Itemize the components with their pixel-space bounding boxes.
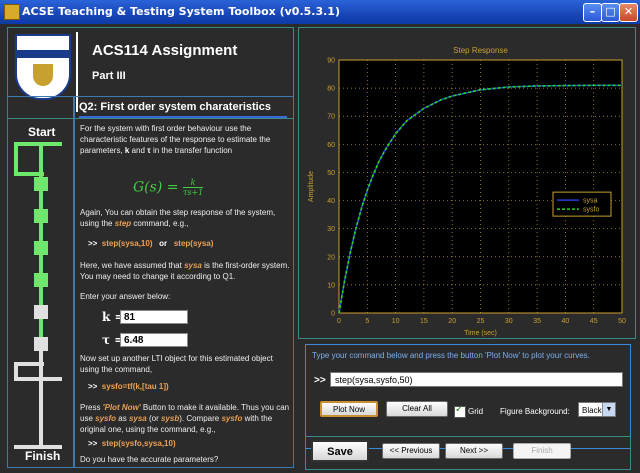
page-subtitle: Part III bbox=[92, 70, 126, 82]
question-panel: Q2: First order system charateristics Fo… bbox=[74, 96, 294, 468]
step-instructions: Again, You can obtain the step response … bbox=[80, 208, 276, 228]
y-tick-label: 80 bbox=[327, 86, 335, 93]
grid-checkbox[interactable] bbox=[454, 404, 466, 418]
x-tick-label: 15 bbox=[420, 318, 428, 325]
progress-step-6[interactable] bbox=[34, 337, 48, 351]
window-titlebar: ACSE Teaching & Testing System Toolbox (… bbox=[0, 0, 640, 24]
step-response-chart[interactable]: 0 5 10 15 20 25 30 35 40 45 50 0 10 20 30 40 50 60 70 80 90 S… bbox=[299, 28, 635, 338]
progress-step-2[interactable] bbox=[34, 209, 48, 223]
step-command-example: >> step(sysa,10) or step(sysa) bbox=[88, 239, 214, 248]
x-tick-label: 25 bbox=[477, 318, 485, 325]
previous-button[interactable]: << Previous bbox=[382, 443, 440, 459]
answer-prompt: Enter your answer below: bbox=[80, 292, 171, 301]
command-hint: Type your command below and press the bu… bbox=[312, 351, 590, 360]
k-input[interactable]: 81 bbox=[120, 310, 188, 324]
x-tick-label: 20 bbox=[448, 318, 456, 325]
x-tick-label: 35 bbox=[533, 318, 541, 325]
plot-now-button[interactable]: Plot Now bbox=[320, 401, 378, 417]
x-tick-label: 50 bbox=[618, 318, 626, 325]
finish-button[interactable]: Finish bbox=[513, 443, 571, 459]
chevron-down-icon: ▼ bbox=[602, 403, 615, 416]
figure-background-value: Black bbox=[582, 406, 602, 415]
page-title: ACS114 Assignment bbox=[92, 42, 238, 59]
app-icon bbox=[4, 4, 20, 20]
y-tick-label: 0 bbox=[331, 311, 335, 318]
progress-nav: Start Finish bbox=[7, 96, 74, 468]
y-tick-label: 60 bbox=[327, 142, 335, 149]
transfer-function-formula: G(s) = k τs+1 bbox=[133, 178, 204, 197]
plot-panel: 0 5 10 15 20 25 30 35 40 45 50 0 10 20 30 40 50 60 70 80 90 S… bbox=[298, 27, 636, 339]
next-button[interactable]: Next >> bbox=[445, 443, 503, 459]
assumption-text: Here, we have assumed that sysa is the f… bbox=[80, 261, 290, 281]
question-intro: For the system with first order behaviou… bbox=[80, 124, 271, 155]
tau-input[interactable]: 6.48 bbox=[120, 333, 188, 347]
y-axis-label: Amplitude bbox=[308, 171, 315, 202]
legend-label-sysfo: sysfo bbox=[583, 207, 599, 214]
maximize-icon[interactable]: □ bbox=[601, 3, 620, 22]
y-tick-label: 50 bbox=[327, 170, 335, 177]
plot-now-instructions: Press 'Plot Now' Button to make it avail… bbox=[80, 403, 290, 434]
y-tick-label: 20 bbox=[327, 254, 335, 261]
y-tick-label: 40 bbox=[327, 198, 335, 205]
x-tick-label: 30 bbox=[505, 318, 513, 325]
footer-panel: Save << Previous Next >> Finish bbox=[305, 436, 631, 470]
x-tick-label: 45 bbox=[590, 318, 598, 325]
figure-background-select[interactable]: Black ▼ bbox=[578, 402, 616, 417]
main-area: ACS114 Assignment Part III Start Finish … bbox=[0, 24, 640, 473]
command-prompt: >> bbox=[314, 375, 326, 386]
close-icon[interactable]: ✕ bbox=[619, 3, 638, 22]
x-tick-label: 40 bbox=[562, 318, 570, 325]
command-input[interactable]: step(sysa,sysfo,50) bbox=[330, 372, 623, 387]
compare-command-example: >> step(sysfo,sysa,10) bbox=[88, 439, 176, 448]
window-title: ACSE Teaching & Testing System Toolbox (… bbox=[22, 5, 340, 18]
tf-command-example: >> sysfo=tf(k,[tau 1]) bbox=[88, 382, 169, 391]
plot-area bbox=[338, 59, 623, 314]
save-button[interactable]: Save bbox=[311, 440, 369, 462]
progress-step-1[interactable] bbox=[34, 177, 48, 191]
chart-title: Step Response bbox=[453, 46, 508, 55]
progress-step-4[interactable] bbox=[34, 273, 48, 287]
x-tick-label: 10 bbox=[392, 318, 400, 325]
y-tick-label: 30 bbox=[327, 226, 335, 233]
question-title: Q2: First order system charateristics bbox=[79, 101, 287, 118]
y-tick-label: 90 bbox=[327, 58, 335, 65]
nav-finish-label: Finish bbox=[25, 449, 61, 463]
lti-instructions: Now set up another LTI object for this e… bbox=[80, 354, 273, 374]
minimize-icon[interactable]: – bbox=[583, 3, 602, 22]
university-crest-icon bbox=[15, 34, 71, 100]
progress-track bbox=[14, 142, 62, 449]
clear-all-button[interactable]: Clear All bbox=[386, 401, 448, 417]
y-tick-label: 70 bbox=[327, 114, 335, 121]
x-axis-label: Time (sec) bbox=[464, 330, 497, 337]
grid-label: Grid bbox=[468, 407, 484, 416]
legend-label-sysa: sysa bbox=[583, 198, 598, 205]
x-tick-label: 5 bbox=[365, 318, 369, 325]
progress-step-3[interactable] bbox=[34, 241, 48, 255]
y-tick-label: 10 bbox=[327, 282, 335, 289]
chart-legend bbox=[552, 191, 612, 217]
accuracy-question: Do you have the accurate parameters? bbox=[80, 455, 219, 464]
x-tick-label: 0 bbox=[337, 318, 341, 325]
progress-step-5[interactable] bbox=[34, 305, 48, 319]
command-panel: Type your command below and press the bu… bbox=[305, 344, 631, 449]
figure-background-label: Figure Background: bbox=[500, 407, 570, 416]
